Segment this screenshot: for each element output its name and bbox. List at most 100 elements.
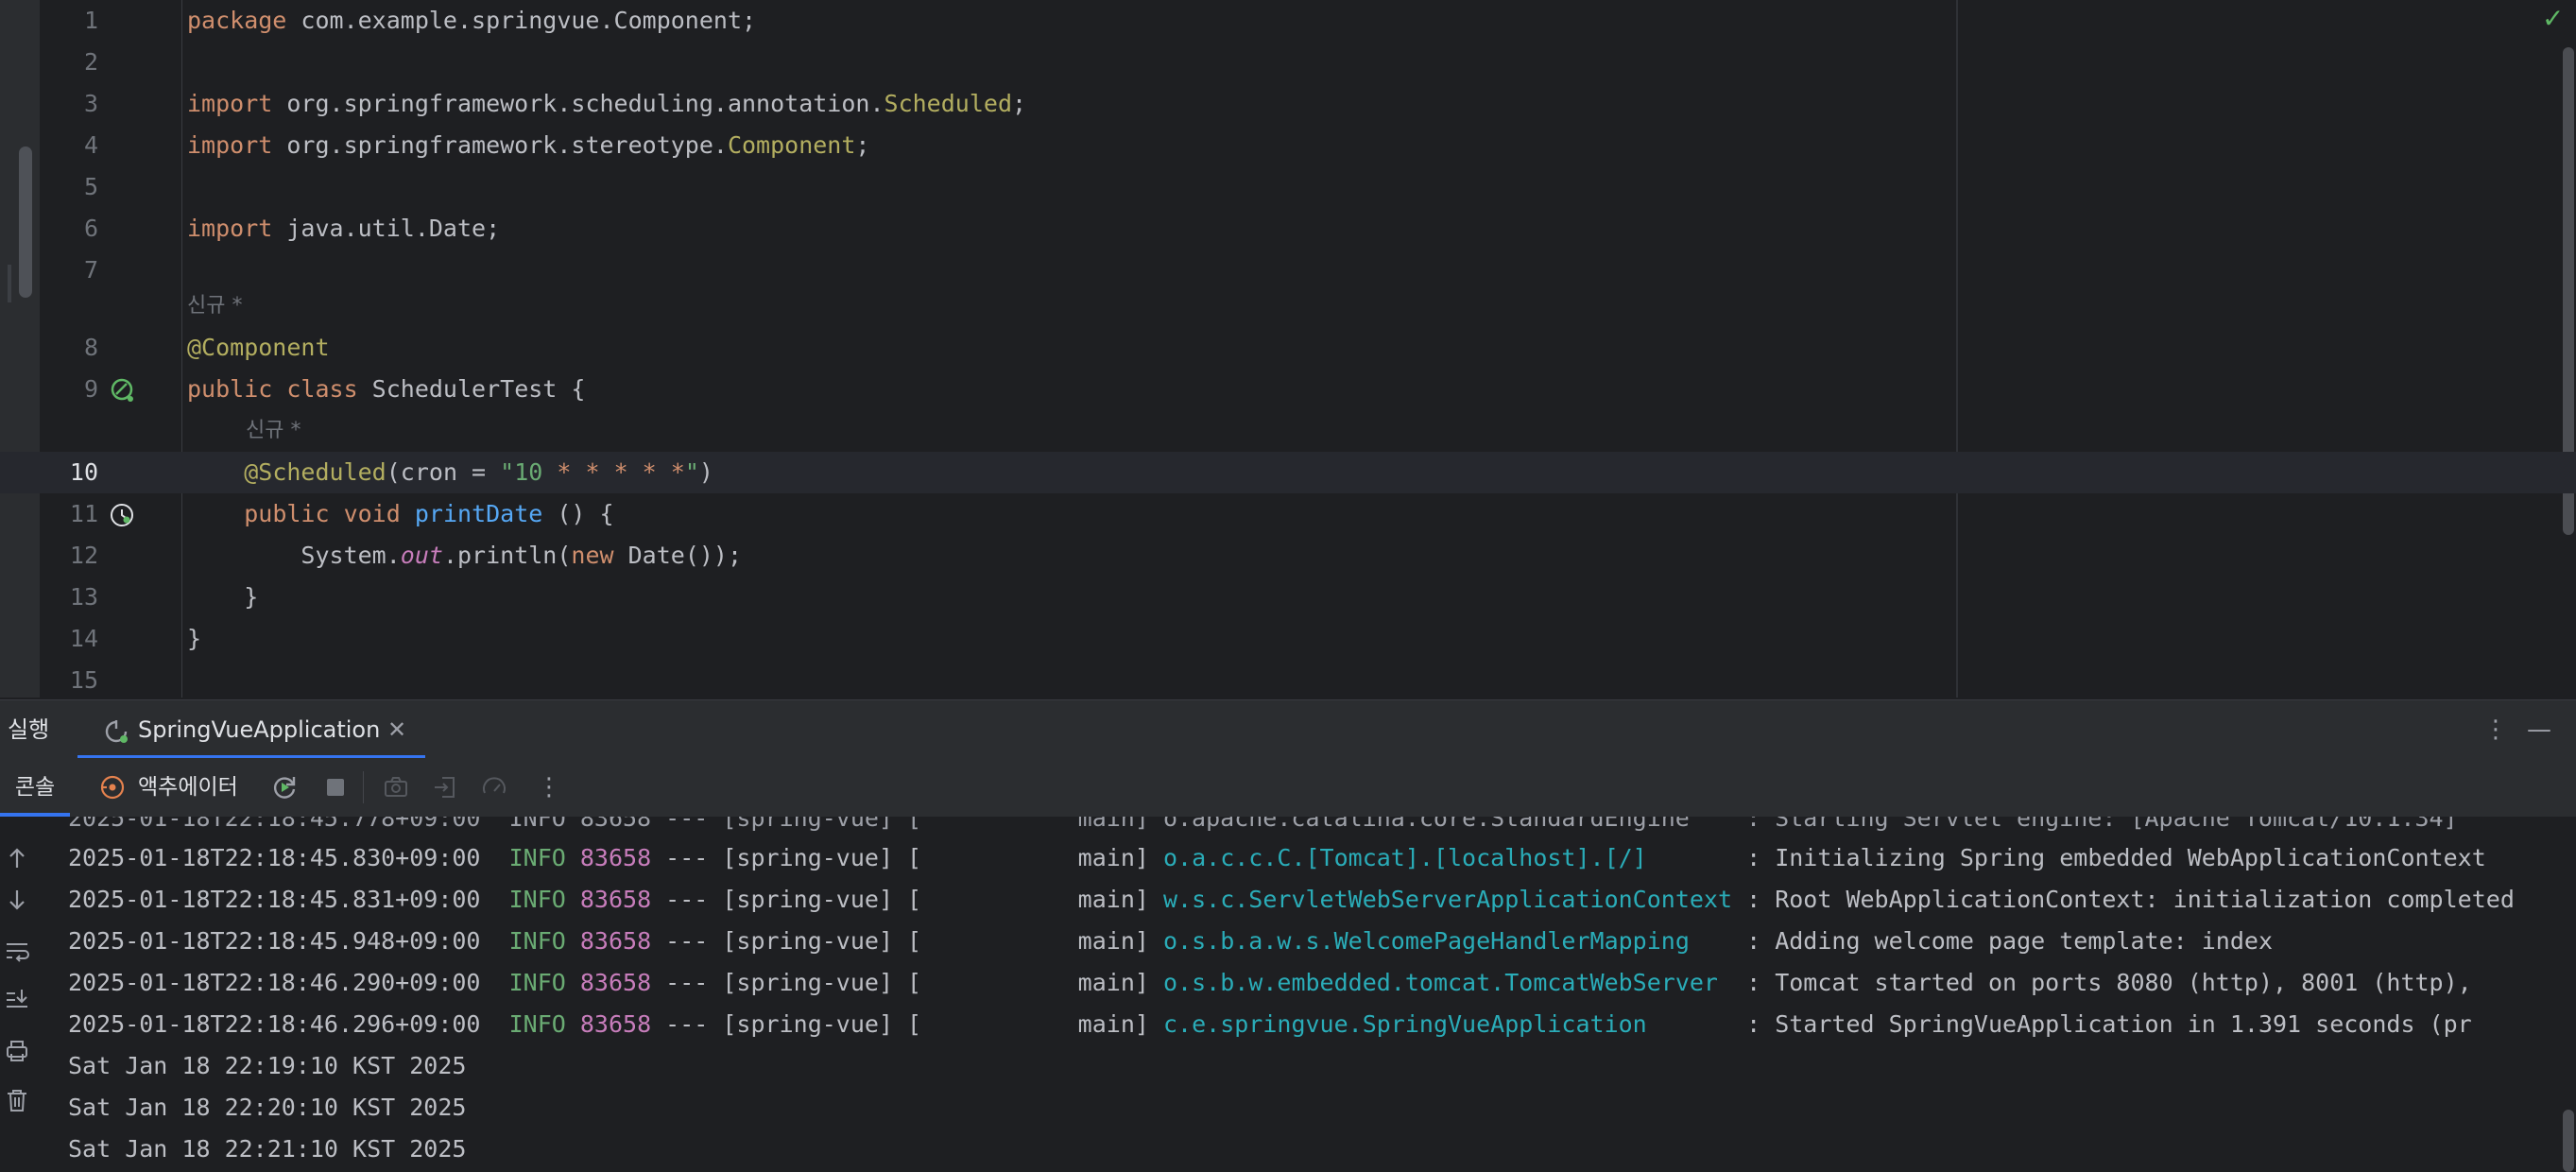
- speed-gauge-icon[interactable]: [480, 773, 508, 801]
- log-thread: --- [spring-vue] [ main]: [651, 1010, 1163, 1038]
- arrow-up-icon[interactable]: [4, 845, 30, 871]
- log-timestamp: 2025-01-18T22:18:45.831+09:00: [68, 886, 509, 913]
- code-text[interactable]: import java.util.Date;: [187, 208, 500, 250]
- run-config-tab[interactable]: SpringVueApplication ✕: [77, 700, 425, 759]
- camera-icon[interactable]: [382, 773, 410, 801]
- code-editor[interactable]: ✓ 1 package com.example.springvue.Compone…: [0, 0, 2576, 698]
- code-line[interactable]: 15: [0, 660, 1956, 698]
- code-text[interactable]: @Scheduled(cron = "10 * * * * *"): [187, 452, 713, 493]
- line-number[interactable]: 11: [40, 493, 98, 535]
- log-message: : Adding welcome page template: index: [1732, 927, 2273, 955]
- log-thread: --- [spring-vue] [ main]: [651, 844, 1163, 871]
- console-side-toolbar: [0, 817, 38, 1172]
- code-text[interactable]: public class SchedulerTest {: [187, 369, 585, 410]
- code-line[interactable]: 9 public class SchedulerTest {: [0, 369, 1956, 410]
- log-pid: 83658: [565, 969, 652, 996]
- log-level: INFO: [508, 969, 566, 996]
- tab-actuator[interactable]: 액추에이터: [138, 758, 238, 817]
- log-timestamp: 2025-01-18T22:18:45.948+09:00: [68, 927, 509, 955]
- toolbar-separator: [363, 771, 364, 803]
- log-pid: 83658: [565, 886, 652, 913]
- stop-icon[interactable]: [321, 773, 350, 801]
- code-text[interactable]: public void printDate () {: [187, 493, 613, 535]
- author-hint[interactable]: 신규 *: [187, 285, 242, 327]
- options-menu-icon[interactable]: ⋮: [2483, 700, 2508, 759]
- line-number[interactable]: 4: [40, 125, 98, 166]
- log-logger: o.s.b.w.embedded.tomcat.TomcatWebServer: [1162, 969, 1733, 996]
- code-line[interactable]: 3 import org.springframework.scheduling.a…: [0, 83, 1956, 125]
- run-panel-title: 실행: [8, 716, 50, 743]
- code-line[interactable]: 7: [0, 250, 1956, 291]
- console-output[interactable]: 2025-01-18T22:18:45.778+09:00 INFO 83658…: [0, 817, 2576, 1172]
- line-number[interactable]: 3: [40, 83, 98, 125]
- code-text[interactable]: import org.springframework.scheduling.an…: [187, 83, 1026, 125]
- scheduled-clock-icon[interactable]: [110, 503, 134, 527]
- line-number[interactable]: 10: [40, 452, 98, 493]
- line-number[interactable]: 7: [40, 250, 98, 291]
- right-margin-guide: [1956, 0, 1958, 698]
- code-text[interactable]: }: [187, 577, 258, 618]
- code-line[interactable]: 8 @Component: [0, 327, 1956, 369]
- log-message: : Tomcat started on ports 8080 (http), 8…: [1732, 969, 2472, 996]
- print-icon[interactable]: [4, 1038, 30, 1064]
- line-number[interactable]: 15: [40, 660, 98, 698]
- code-text[interactable]: package com.example.springvue.Component;: [187, 0, 756, 42]
- log-timestamp: 2025-01-18T22:18:46.290+09:00: [68, 969, 509, 996]
- arrow-down-icon[interactable]: [4, 887, 30, 913]
- code-line[interactable]: 5: [0, 166, 1956, 208]
- code-line[interactable]: 11 public void printDate () {: [0, 493, 1956, 535]
- tab-console[interactable]: 콘솔: [0, 758, 70, 817]
- code-line[interactable]: 10 @Scheduled(cron = "10 * * * * *"): [0, 452, 2576, 493]
- stdout-line: Sat Jan 18 22:21:10 KST 2025: [68, 1135, 467, 1163]
- spring-boot-icon: [105, 720, 128, 743]
- code-text[interactable]: System.out.println(new Date());: [187, 535, 742, 577]
- line-number[interactable]: 2: [40, 42, 98, 83]
- exit-icon[interactable]: [431, 773, 459, 801]
- trash-icon[interactable]: [4, 1087, 30, 1113]
- line-number[interactable]: 9: [40, 369, 98, 410]
- log-logger: c.e.springvue.SpringVueApplication: [1162, 1010, 1733, 1038]
- log-pid: 83658: [565, 1010, 652, 1038]
- line-number[interactable]: 13: [40, 577, 98, 618]
- log-message: : Started SpringVueApplication in 1.391 …: [1732, 1010, 2472, 1038]
- actuator-icon: [100, 775, 125, 800]
- log-pid: 83658: [565, 927, 652, 955]
- log-line: 2025-01-18T22:18:46.290+09:00 INFO 83658…: [68, 962, 2472, 1004]
- author-hint[interactable]: 신규 *: [246, 410, 301, 452]
- log-thread: --- [spring-vue] [ main]: [651, 927, 1163, 955]
- run-tab-label: SpringVueApplication: [138, 716, 381, 743]
- soft-wrap-icon[interactable]: [4, 938, 30, 964]
- rerun-icon[interactable]: [270, 773, 299, 801]
- log-logger: o.s.b.a.w.s.WelcomePageHandlerMapping: [1162, 927, 1733, 955]
- code-line[interactable]: 14}: [0, 618, 1956, 660]
- line-number[interactable]: 6: [40, 208, 98, 250]
- minimize-icon[interactable]: —: [2527, 700, 2551, 759]
- no-problems-check-icon[interactable]: ✓: [2542, 6, 2568, 32]
- scroll-to-end-icon[interactable]: [4, 987, 30, 1013]
- code-text[interactable]: }: [187, 618, 201, 660]
- line-number[interactable]: 14: [40, 618, 98, 660]
- line-number[interactable]: 8: [40, 327, 98, 369]
- code-line[interactable]: 1 package com.example.springvue.Component…: [0, 0, 1956, 42]
- code-line[interactable]: 6 import java.util.Date;: [0, 208, 1956, 250]
- stdout-line: Sat Jan 18 22:20:10 KST 2025: [68, 1094, 467, 1121]
- log-line-partial: 2025-01-18T22:18:45.778+09:00 INFO 83658…: [68, 817, 2458, 832]
- log-level: INFO: [508, 1010, 566, 1038]
- log-line: 2025-01-18T22:18:46.296+09:00 INFO 83658…: [68, 1004, 2472, 1045]
- code-text[interactable]: @Component: [187, 327, 330, 369]
- line-number[interactable]: 5: [40, 166, 98, 208]
- close-tab-icon[interactable]: ✕: [387, 700, 406, 759]
- line-number[interactable]: 1: [40, 0, 98, 42]
- console-tab-label: 콘솔: [14, 775, 56, 800]
- line-number[interactable]: 12: [40, 535, 98, 577]
- code-text[interactable]: import org.springframework.stereotype.Co…: [187, 125, 869, 166]
- code-line[interactable]: 12 System.out.println(new Date());: [0, 535, 1956, 577]
- code-line[interactable]: 13 }: [0, 577, 1956, 618]
- code-line[interactable]: 4 import org.springframework.stereotype.C…: [0, 125, 1956, 166]
- more-options-icon[interactable]: ⋮: [537, 758, 561, 817]
- code-line[interactable]: 2: [0, 42, 1956, 83]
- console-scrollbar[interactable]: [2563, 1110, 2574, 1172]
- log-thread: --- [spring-vue] [ main]: [651, 969, 1163, 996]
- log-thread: --- [spring-vue] [ main]: [651, 886, 1163, 913]
- spring-bean-icon[interactable]: [110, 378, 134, 403]
